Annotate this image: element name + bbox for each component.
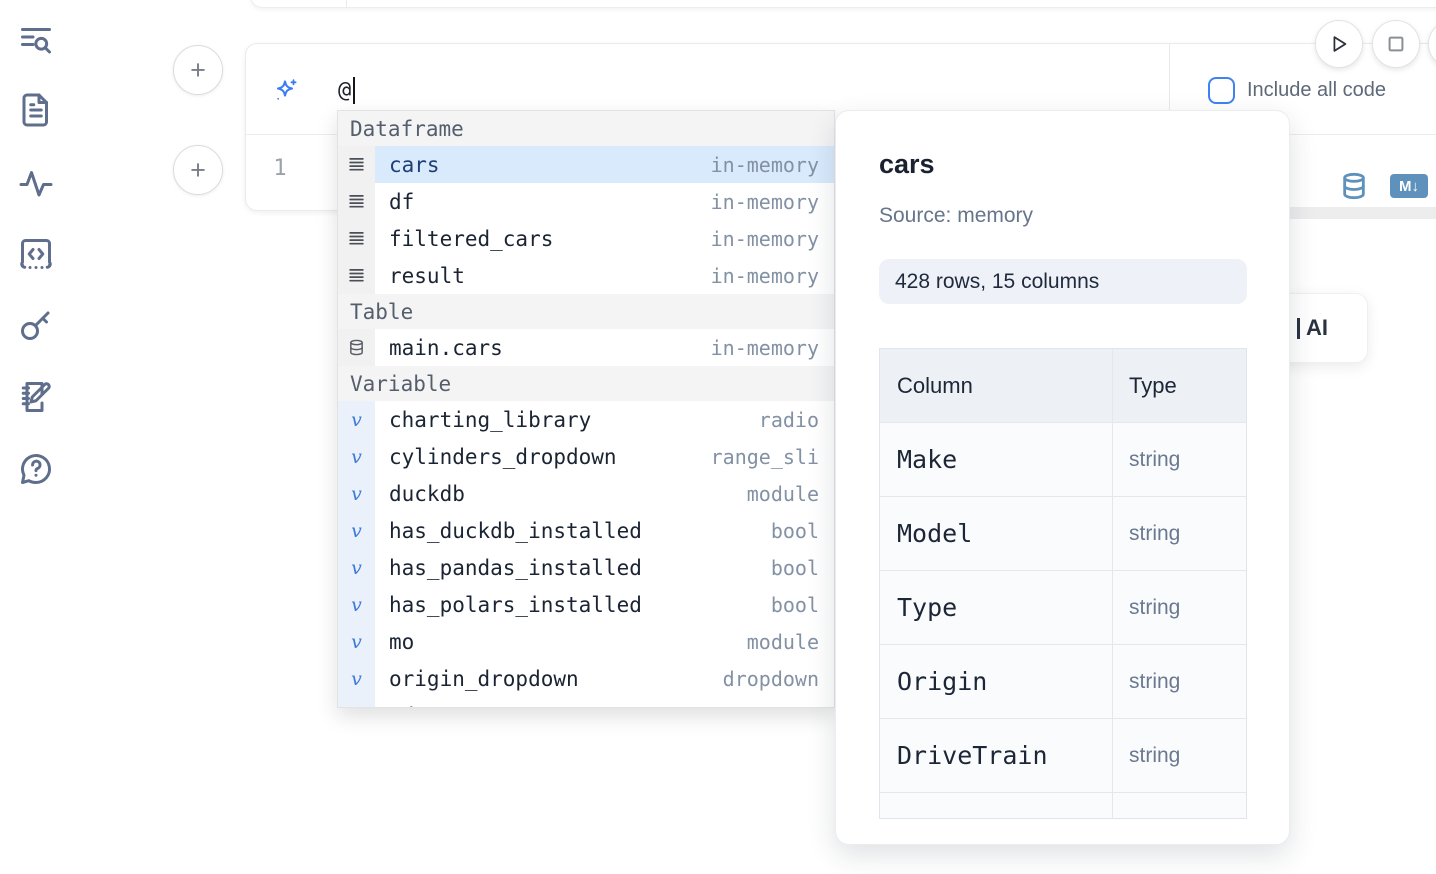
run-cell-button[interactable] xyxy=(1315,20,1363,68)
section-table: Table xyxy=(338,294,834,329)
section-dataframe: Dataframe xyxy=(338,111,834,146)
variable-icon: v xyxy=(338,475,375,512)
previous-cell-edge xyxy=(250,0,1436,8)
list-search-icon[interactable] xyxy=(18,22,54,58)
dataframe-preview-panel: cars Source: memory 428 rows, 15 columns… xyxy=(835,110,1290,845)
gutter-divider xyxy=(346,0,347,7)
cell-output-strip xyxy=(1280,207,1436,219)
database-convert-icon[interactable] xyxy=(1340,172,1368,200)
include-all-code-label: Include all code xyxy=(1247,79,1386,102)
dataframe-rows-icon xyxy=(338,183,375,220)
include-all-code-checkbox[interactable] xyxy=(1208,77,1235,104)
schema-row-type: Type string xyxy=(880,571,1246,645)
activity-icon[interactable] xyxy=(18,165,54,201)
completion-item-cars[interactable]: cars in-memory xyxy=(338,146,834,183)
type-header: Type xyxy=(1113,349,1246,422)
key-icon[interactable] xyxy=(18,307,54,343)
dataframe-rows-icon xyxy=(338,146,375,183)
completion-item-result[interactable]: result in-memory xyxy=(338,257,834,294)
line-number: 1 xyxy=(269,156,291,181)
text-caret xyxy=(353,77,355,104)
schema-header-row: Column Type xyxy=(880,349,1246,423)
completion-item-origin-dropdown[interactable]: v origin_dropdown dropdown xyxy=(338,660,834,697)
preview-title: cars xyxy=(879,149,935,180)
section-variable: Variable xyxy=(338,366,834,401)
completion-item-charting-library[interactable]: v charting_library radio xyxy=(338,401,834,438)
shape-badge: 428 rows, 15 columns xyxy=(879,259,1247,304)
schema-row-origin: Origin string xyxy=(880,645,1246,719)
preview-source: Source: memory xyxy=(879,204,1033,228)
variable-icon: v xyxy=(338,586,375,623)
document-icon[interactable] xyxy=(18,92,54,128)
schema-row-make: Make string xyxy=(880,423,1246,497)
sparkles-icon xyxy=(272,77,300,105)
completion-item-has-polars-installed[interactable]: v has_polars_installed bool xyxy=(338,586,834,623)
schema-row-model: Model string xyxy=(880,497,1246,571)
completion-item-df[interactable]: df in-memory xyxy=(338,183,834,220)
variable-icon: v xyxy=(338,660,375,697)
dataframe-rows-icon xyxy=(338,220,375,257)
completion-item-filtered-cars[interactable]: filtered_cars in-memory xyxy=(338,220,834,257)
stop-cell-button[interactable] xyxy=(1372,20,1420,68)
schema-row-drivetrain: DriveTrain string xyxy=(880,719,1246,793)
sidebar xyxy=(0,0,72,874)
autocomplete-menu: Dataframe cars in-memory df in-memory fi… xyxy=(337,110,835,708)
covered-letter-fragment xyxy=(1297,318,1300,339)
database-icon xyxy=(338,329,375,366)
schema-row-clipped xyxy=(880,793,1246,819)
ai-button-label-fragment: AI xyxy=(1306,315,1328,341)
add-cell-button-top[interactable]: + xyxy=(173,45,223,95)
help-chat-icon[interactable] xyxy=(18,451,54,487)
schema-table: Column Type Make string Model string Typ… xyxy=(879,348,1247,819)
completion-item-mo[interactable]: v mo module xyxy=(338,623,834,660)
variable-icon: v xyxy=(338,512,375,549)
variable-icon: v xyxy=(338,401,375,438)
add-cell-button-bottom[interactable]: + xyxy=(173,145,223,195)
variable-icon: v xyxy=(338,438,375,475)
snippets-code-icon[interactable] xyxy=(18,236,54,272)
completion-item-cylinders-dropdown[interactable]: v cylinders_dropdown range_sli xyxy=(338,438,834,475)
variable-icon: v xyxy=(338,549,375,586)
completion-item-main-cars[interactable]: main.cars in-memory xyxy=(338,329,834,366)
completion-item-has-duckdb-installed[interactable]: v has_duckdb_installed bool xyxy=(338,512,834,549)
completion-item-clipped[interactable]: v pd module xyxy=(338,697,834,708)
variable-icon: v xyxy=(338,623,375,660)
variable-icon: v xyxy=(338,697,375,708)
completion-item-duckdb[interactable]: v duckdb module xyxy=(338,475,834,512)
completion-item-has-pandas-installed[interactable]: v has_pandas_installed bool xyxy=(338,549,834,586)
column-header: Column xyxy=(880,349,1113,422)
scratchpad-edit-icon[interactable] xyxy=(18,379,54,415)
dataframe-rows-icon xyxy=(338,257,375,294)
ai-prompt-value: @ xyxy=(338,78,351,103)
ai-prompt-input[interactable]: @ xyxy=(338,75,355,105)
markdown-convert-icon[interactable]: M↓ xyxy=(1390,174,1428,198)
